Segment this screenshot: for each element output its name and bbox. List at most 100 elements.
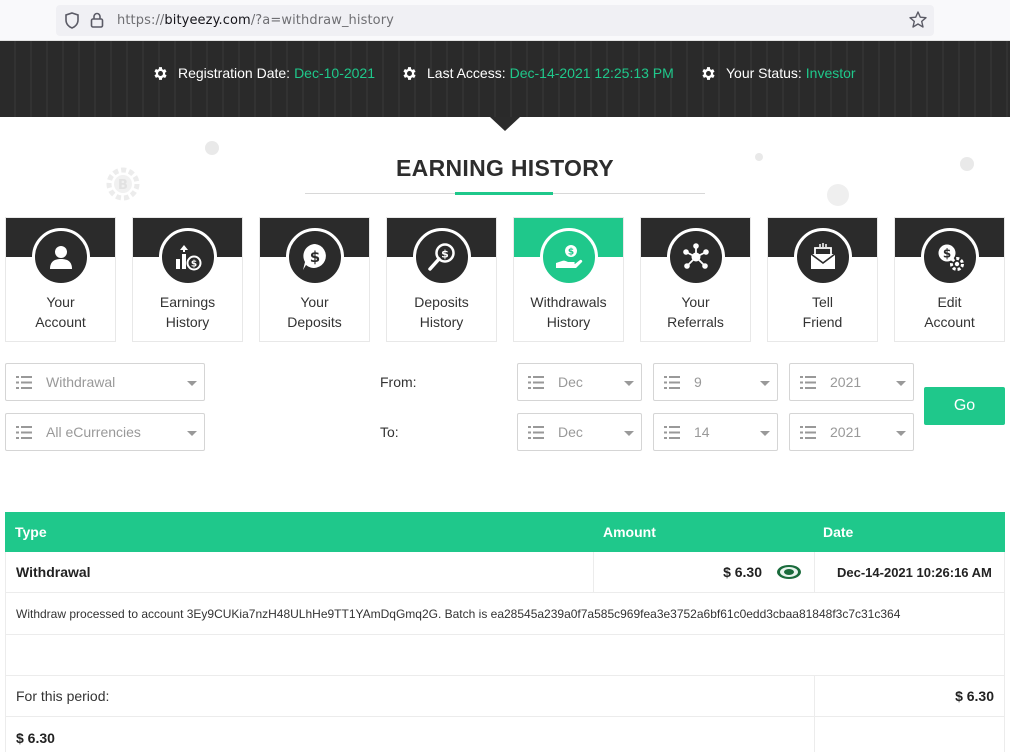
period-label: For this period:	[16, 688, 110, 704]
last-access: Last Access: Dec-14-2021 12:25:13 PM	[401, 63, 674, 83]
nav-your-referrals[interactable]: Your Referrals	[640, 217, 751, 342]
chevron-down-icon	[187, 431, 197, 436]
bookmark-star-icon[interactable]	[908, 10, 928, 30]
last-access-value: Dec-14-2021 12:25:13 PM	[509, 65, 674, 81]
from-year-select[interactable]: 2021	[789, 363, 914, 401]
to-day-select[interactable]: 14	[653, 413, 778, 451]
title-accent-bar	[455, 192, 553, 195]
total-row: $ 6.30	[5, 717, 1005, 752]
to-year-select[interactable]: 2021	[789, 413, 914, 451]
list-icon	[528, 426, 544, 439]
gear-icon	[702, 66, 715, 80]
lock-icon[interactable]	[90, 12, 104, 28]
chevron-down-icon	[896, 431, 906, 436]
grand-total: $ 6.30	[16, 729, 55, 746]
svg-text:$: $	[568, 248, 574, 258]
currency-logo-icon	[777, 565, 801, 579]
to-label: To:	[380, 424, 399, 440]
to-month-select[interactable]: Dec	[517, 413, 642, 451]
row-date: Dec-14-2021 10:26:16 AM	[837, 564, 992, 580]
nav-label: Tell	[811, 294, 833, 310]
registration-label: Registration Date:	[178, 65, 291, 81]
list-icon	[16, 376, 32, 389]
select-value: Dec	[558, 424, 583, 440]
chevron-down-icon	[760, 431, 770, 436]
page-title: EARNING HISTORY	[396, 155, 614, 181]
go-button[interactable]: Go	[924, 387, 1005, 425]
user-icon	[50, 246, 72, 269]
list-icon	[800, 376, 816, 389]
registration-date: Registration Date: Dec-10-2021	[152, 63, 375, 83]
gear-icon	[154, 66, 167, 80]
nav-withdrawals-history[interactable]: $ Withdrawals History	[513, 217, 624, 342]
svg-text:$: $	[441, 248, 449, 261]
nav-label: Your	[681, 294, 710, 310]
user-status: Your Status: Investor	[700, 63, 856, 83]
list-icon	[16, 426, 32, 439]
header-pointer	[490, 117, 520, 131]
nav-label: Friend	[802, 314, 843, 330]
select-value: Dec	[558, 374, 583, 390]
nav-label: Your	[46, 294, 75, 310]
nav-label: Account	[35, 314, 86, 330]
registration-value: Dec-10-2021	[294, 65, 375, 81]
envelope-icon	[810, 243, 836, 269]
nav-label: Your	[300, 294, 329, 310]
url-path: /?a=withdraw_history	[250, 13, 394, 28]
list-icon	[800, 426, 816, 439]
chevron-down-icon	[896, 381, 906, 386]
currency-select[interactable]: All eCurrencies	[5, 413, 205, 451]
nav-your-deposits[interactable]: $ Your Deposits	[259, 217, 370, 342]
nav-deposits-history[interactable]: $ Deposits History	[386, 217, 497, 342]
nav-label: History	[546, 314, 591, 330]
row-detail: Withdraw processed to account 3Ey9CUKia7…	[16, 606, 901, 621]
url-text[interactable]: https://bityeezy.com/?a=withdraw_history	[117, 13, 394, 28]
list-icon	[528, 376, 544, 389]
col-amount-header: Amount	[603, 524, 656, 540]
svg-text:$: $	[943, 247, 951, 261]
last-access-label: Last Access:	[427, 65, 506, 81]
background-dot	[827, 184, 849, 206]
browser-toolbar: https://bityeezy.com/?a=withdraw_history	[0, 0, 1010, 41]
select-value: 9	[694, 374, 702, 390]
chevron-down-icon	[187, 381, 197, 386]
select-value: All eCurrencies	[46, 424, 141, 440]
svg-text:$: $	[191, 260, 197, 270]
table-header: Type Amount Date	[5, 512, 1005, 552]
table-row-empty	[5, 635, 1005, 676]
col-date-header: Date	[823, 524, 854, 540]
nav-label: Edit	[937, 294, 962, 310]
nav-label: Deposits	[287, 314, 342, 330]
select-value: Withdrawal	[46, 374, 116, 390]
account-info-header: Registration Date: Dec-10-2021 Last Acce…	[0, 41, 1010, 131]
chart-dollar-icon: $	[176, 245, 202, 271]
nav-label: Earnings	[159, 294, 216, 310]
select-value: 2021	[830, 374, 862, 390]
amount-value: $ 6.30	[723, 564, 762, 580]
shield-icon[interactable]	[64, 12, 80, 29]
table-row-detail: Withdraw processed to account 3Ey9CUKia7…	[5, 593, 1005, 635]
nav-tell-friend[interactable]: Tell Friend	[767, 217, 878, 342]
network-icon	[683, 243, 709, 269]
nav-edit-account[interactable]: $ Edit Account	[894, 217, 1005, 342]
nav-label: Deposits	[414, 294, 469, 310]
select-value: 2021	[830, 424, 862, 440]
svg-text:$: $	[310, 248, 320, 266]
nav-earnings-history[interactable]: $ Earnings History	[132, 217, 243, 342]
address-bar[interactable]: https://bityeezy.com/?a=withdraw_history	[56, 5, 934, 36]
nav-label: Referrals	[667, 314, 724, 330]
chevron-down-icon	[760, 381, 770, 386]
list-icon	[664, 376, 680, 389]
url-domain: bityeezy.com	[164, 13, 251, 28]
status-value: Investor	[805, 65, 856, 81]
from-day-select[interactable]: 9	[653, 363, 778, 401]
from-label: From:	[380, 374, 417, 390]
from-month-select[interactable]: Dec	[517, 363, 642, 401]
transaction-type-select[interactable]: Withdrawal	[5, 363, 205, 401]
list-icon	[664, 426, 680, 439]
nav-your-account[interactable]: Your Account	[5, 217, 116, 342]
nav-label: Withdrawals	[530, 294, 607, 310]
gear-icon	[403, 66, 416, 80]
nav-label: History	[165, 314, 210, 330]
background-dot	[205, 141, 219, 155]
